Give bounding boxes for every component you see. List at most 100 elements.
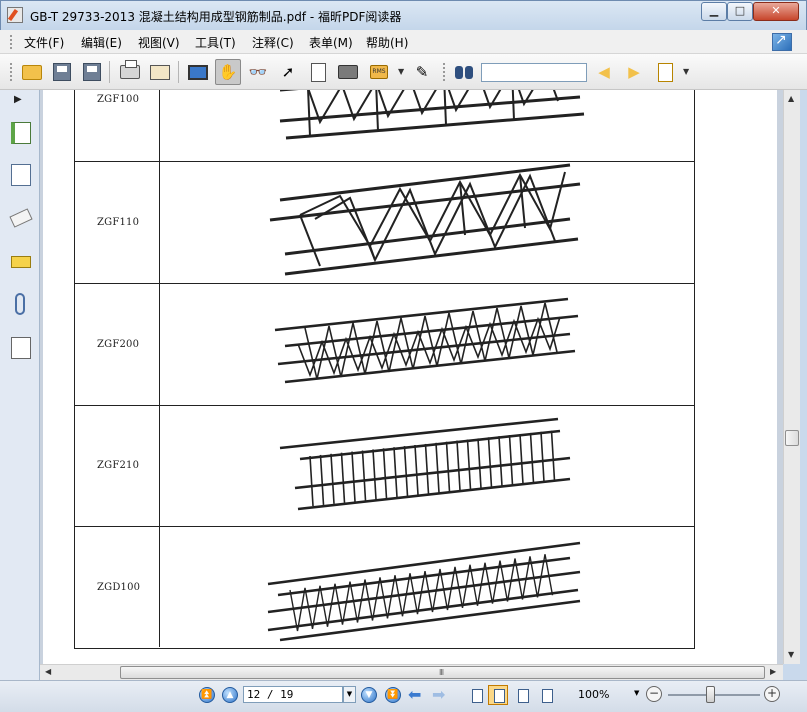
last-page-icon[interactable]: ⏬	[385, 687, 401, 703]
truss-drawing-zgf100	[279, 90, 585, 140]
scroll-up-icon[interactable]: ▲	[788, 94, 794, 103]
zoom-tool-icon[interactable]: 👓	[245, 59, 271, 85]
menu-file[interactable]: 文件(F)	[24, 34, 64, 51]
tie-bar	[477, 438, 482, 489]
tie-bar	[529, 432, 535, 483]
zigzag-bar	[289, 554, 554, 632]
minimize-button[interactable]: ▁	[701, 2, 727, 21]
scan-icon[interactable]	[147, 59, 173, 85]
close-button[interactable]: ✕	[753, 2, 799, 21]
menu-grip[interactable]	[10, 35, 13, 49]
save-as-icon[interactable]	[79, 59, 105, 85]
zoom-in-icon[interactable]: +	[764, 686, 780, 702]
facing-view-icon[interactable]	[512, 685, 532, 705]
tie-bar	[309, 455, 314, 507]
scroll-left-icon[interactable]: ◀	[45, 667, 51, 676]
save-icon[interactable]	[49, 59, 75, 85]
toolbar: ✋ 👓 ➚ RMS ▼ ✎ ◀ ▶ ▼	[0, 54, 807, 90]
find-prev-icon[interactable]: ◀	[591, 59, 617, 85]
truss-drawing-zgf210	[279, 417, 571, 511]
find-next-icon[interactable]: ▶	[621, 59, 647, 85]
menu-help[interactable]: 帮助(H)	[366, 34, 408, 51]
title-bar: GB-T 29733-2013 混凝土结构用成型钢筋制品.pdf - 福昕PDF…	[0, 0, 807, 30]
find-icon[interactable]	[451, 59, 477, 85]
highlight-icon[interactable]	[652, 59, 678, 85]
tie-bar	[403, 446, 409, 497]
foxit-corner-icon[interactable]	[772, 32, 792, 51]
highlight-dropdown-icon[interactable]: ▼	[683, 67, 689, 76]
previous-page-icon[interactable]: ▲	[222, 687, 238, 703]
truss-drawing-zgf110	[269, 163, 581, 276]
tie-bar	[382, 448, 388, 499]
tie-bar	[519, 433, 524, 485]
tie-bar	[340, 452, 346, 503]
first-page-icon[interactable]: ⏫	[199, 687, 215, 703]
comments-icon[interactable]	[11, 256, 31, 268]
hand-tool-icon[interactable]: ✋	[215, 59, 241, 85]
menu-form[interactable]: 表单(M)	[309, 34, 353, 51]
tie-bar	[372, 449, 377, 500]
zoom-slider-thumb[interactable]	[706, 686, 715, 703]
truss-drawing-zgf200	[274, 297, 579, 384]
text-select-icon[interactable]	[305, 59, 331, 85]
tie-bar	[393, 447, 398, 498]
page-number-input[interactable]	[243, 686, 343, 703]
tie-bar	[445, 441, 451, 492]
eraser-icon[interactable]	[9, 208, 33, 228]
tie-bar	[361, 450, 367, 501]
select-tool-icon[interactable]: ➚	[275, 59, 301, 85]
pages-panel-icon[interactable]	[11, 122, 31, 144]
search-input[interactable]	[481, 63, 587, 82]
toolbar-separator	[178, 61, 179, 83]
tie-bar	[351, 451, 356, 502]
single-page-view-icon[interactable]	[466, 685, 486, 705]
attachments-icon[interactable]	[15, 293, 25, 315]
page-thumbnail-icon[interactable]	[11, 164, 31, 186]
tie-bar	[456, 440, 461, 491]
navigation-panel: ▶	[0, 90, 40, 680]
snapshot-icon[interactable]	[335, 59, 361, 85]
tie-bar	[498, 436, 503, 487]
menu-view[interactable]: 视图(V)	[138, 34, 180, 51]
sign-icon[interactable]: ✎	[409, 59, 435, 85]
tie-bar	[487, 437, 493, 488]
scroll-down-icon[interactable]: ▼	[788, 650, 794, 659]
page-dropdown-icon[interactable]: ▼	[343, 686, 356, 703]
tie-bar	[319, 454, 325, 505]
zoom-level[interactable]: 100%	[578, 688, 609, 701]
scroll-right-icon[interactable]: ▶	[770, 667, 776, 676]
zoom-dropdown-icon[interactable]: ▼	[634, 689, 639, 697]
continuous-facing-view-icon[interactable]	[536, 685, 556, 705]
go-back-icon[interactable]: ⬅	[408, 685, 421, 704]
vertical-scroll-thumb[interactable]	[785, 430, 799, 446]
go-forward-icon[interactable]: ➡	[432, 685, 445, 704]
menu-bar: 文件(F) 编辑(E) 视图(V) 工具(T) 注释(C) 表单(M) 帮助(H…	[0, 30, 807, 54]
next-page-icon[interactable]: ▼	[361, 687, 377, 703]
maximize-button[interactable]: □	[727, 2, 753, 21]
rms-dropdown-icon[interactable]: ▼	[398, 67, 404, 76]
model-label: ZGF100	[97, 94, 140, 105]
horizontal-scroll-thumb[interactable]: III	[120, 666, 765, 679]
model-label: ZGD100	[97, 582, 141, 593]
toolbar-grip[interactable]	[10, 63, 13, 81]
vertical-scrollbar[interactable]: ▲ ▼	[783, 90, 800, 664]
window-title: GB-T 29733-2013 混凝土结构用成型钢筋制品.pdf - 福昕PDF…	[30, 10, 402, 24]
horizontal-scrollbar[interactable]: ◀ III ▶	[40, 664, 783, 680]
signatures-icon[interactable]	[11, 337, 31, 359]
print-icon[interactable]	[117, 59, 143, 85]
menu-comment[interactable]: 注释(C)	[252, 34, 294, 51]
rms-icon[interactable]: RMS	[366, 59, 392, 85]
document-view[interactable]: ZGF100 ZGF110 ZGF200 ZGF210 ZGD100	[40, 90, 783, 664]
open-folder-icon[interactable]	[19, 59, 45, 85]
scroll-grip: III	[439, 668, 444, 677]
menu-edit[interactable]: 编辑(E)	[81, 34, 122, 51]
panel-expand-icon[interactable]: ▶	[14, 94, 22, 105]
toolbar-separator	[109, 61, 110, 83]
continuous-view-icon[interactable]	[488, 685, 508, 705]
tie-bar	[414, 444, 419, 496]
toolbar-grip[interactable]	[443, 63, 446, 81]
menu-tools[interactable]: 工具(T)	[195, 34, 236, 51]
zoom-out-icon[interactable]: −	[646, 686, 662, 702]
tie-bar	[330, 453, 335, 504]
fullscreen-icon[interactable]	[185, 59, 211, 85]
